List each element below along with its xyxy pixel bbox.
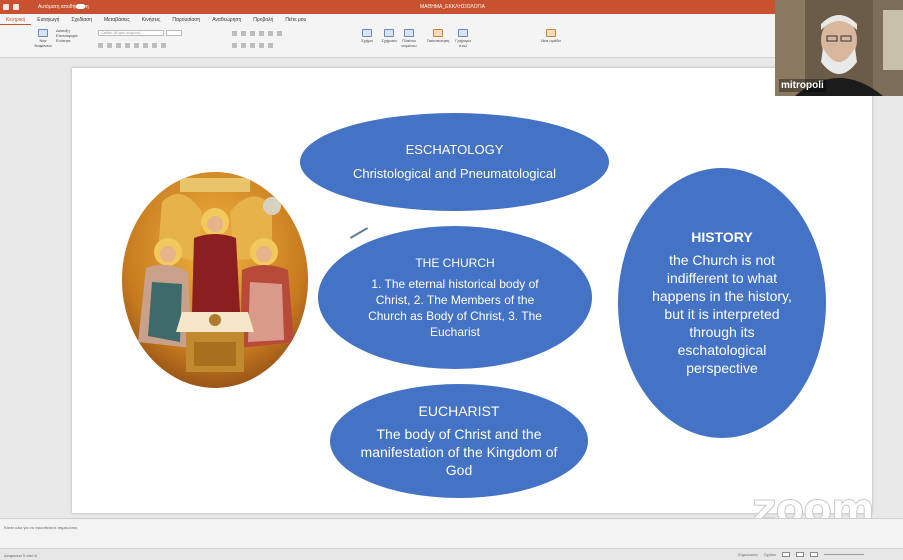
align-row [232,43,273,49]
new-slide-button[interactable]: Νέα διαφάνεια [34,29,52,48]
status-controls: Σημειώσεις Σχόλια [738,552,864,557]
quick-styles-icon [458,29,468,37]
quick-styles-button[interactable]: Γρήγορα στυλ [454,29,472,48]
align-center-icon[interactable] [241,43,246,48]
eucharist-title: EUCHARIST [418,403,500,419]
strike-icon[interactable] [125,43,130,48]
normal-view-icon[interactable] [781,552,790,557]
font-name-select[interactable]: Calibri (Κύριο κείμενο) [98,30,164,36]
ribbon-tab[interactable]: Κεντρική [0,14,32,25]
save-icon[interactable] [3,4,9,10]
indent-icon[interactable] [250,31,255,36]
align-right-icon[interactable] [250,43,255,48]
status-bar: Διαφάνεια 5 από 6 Σημειώσεις Σχόλια [0,548,903,560]
textbox-icon [404,29,414,37]
new-group-button[interactable]: Νέα ομάδα [540,29,562,43]
ribbon-tab[interactable]: Πείτε μου [279,14,312,25]
ribbon-tab[interactable]: Παρουσίαση [166,14,206,25]
eschatology-body: Christological and Pneumatological [352,166,557,181]
ribbon-tab[interactable]: Μεταβάσεις [98,14,136,25]
notes-pane[interactable]: Κάντε κλικ για να προσθέσετε σημειώσεις [0,518,903,548]
highlight-icon[interactable] [161,43,166,48]
shapes-button[interactable]: Σχήματα [380,29,398,43]
eschatology-ellipse[interactable]: ESCHATOLOGY Christological and Pneumatol… [300,113,609,211]
slide-canvas[interactable]: ESCHATOLOGY Christological and Pneumatol… [72,68,872,513]
participant-name: mitropoli [779,79,826,92]
participant-video[interactable]: mitropoli [775,0,903,96]
pen-stroke [349,227,369,239]
history-title: HISTORY [691,229,753,245]
paragraph-row [232,31,282,37]
ribbon-tab[interactable]: Προβολή [247,14,279,25]
outdent-icon[interactable] [259,31,264,36]
ribbon-tabs: Κεντρική Εισαγωγή Σχεδίαση Μεταβάσεις Κινήσε… [0,14,903,25]
superscript-icon[interactable] [143,43,148,48]
format-row [98,43,166,49]
slide-counter: Διαφάνεια 5 από 6 [4,553,37,558]
title-bar: Αυτόματη αποθήκευση ΜΑΘΗΜΑ_ΕΚΚΛΗΣΙΟΛΟΓΙΑ [0,0,903,14]
ribbon-tab[interactable]: Αναθεώρηση [206,14,247,25]
font-color-icon[interactable] [152,43,157,48]
picture-button[interactable]: Σχήμα [358,29,376,43]
sorter-view-icon[interactable] [795,552,804,557]
numbering-icon[interactable] [241,31,246,36]
church-body: 1. The eternal historical body of Christ… [368,276,542,339]
home-icon[interactable] [13,4,19,10]
bullets-icon[interactable] [232,31,237,36]
align-left-icon[interactable] [232,43,237,48]
subscript-icon[interactable] [134,43,139,48]
textbox-button[interactable]: Πλαίσιο κειμένου [400,29,418,48]
comments-toggle[interactable]: Σχόλια [764,552,776,557]
columns-icon[interactable] [277,31,282,36]
eschatology-title: ESCHATOLOGY [405,142,504,157]
reading-view-icon[interactable] [809,552,818,557]
church-ellipse[interactable]: THE CHURCH 1. The eternal historical bod… [318,226,592,369]
notes-toggle[interactable]: Σημειώσεις [738,552,758,557]
ribbon-tab[interactable]: Κινήσεις [136,14,167,25]
arrange-button[interactable]: Τακτοποίηση [426,29,450,43]
ribbon-tab[interactable]: Εισαγωγή [31,14,65,25]
justify-icon[interactable] [259,43,264,48]
line-spacing-icon[interactable] [268,31,273,36]
history-ellipse[interactable]: HISTORY the Church is not indifferent to… [618,168,826,438]
bold-icon[interactable] [98,43,103,48]
ribbon-tab[interactable]: Σχεδίαση [65,14,98,25]
underline-icon[interactable] [116,43,121,48]
notes-placeholder: Κάντε κλικ για να προσθέσετε σημειώσεις [4,525,78,530]
zoom-slider[interactable] [823,554,864,555]
layout-button[interactable]: Διάταξη Επαναφορά Ενότητα [56,28,86,43]
arrange-icon [433,29,443,37]
text-direction-icon[interactable] [268,43,273,48]
ribbon: Νέα διαφάνεια Διάταξη Επαναφορά Ενότητα … [0,25,903,58]
new-slide-icon [38,29,48,37]
shapes-icon [384,29,394,37]
font-size-select[interactable] [166,30,182,36]
history-body: the Church is not indifferent to what ha… [652,252,792,376]
quick-access-toolbar [3,4,19,10]
folder-icon [546,29,556,37]
italic-icon[interactable] [107,43,112,48]
church-title: THE CHURCH [415,255,495,270]
document-title: ΜΑΘΗΜΑ_ΕΚΚΛΗΣΙΟΛΟΓΙΑ [420,4,486,10]
slide-thumbnails-panel [0,58,70,518]
eucharist-body: The body of Christ and the manifestation… [360,426,558,478]
autosave-toggle[interactable] [76,4,85,9]
picture-icon [362,29,372,37]
eucharist-ellipse[interactable]: EUCHARIST The body of Christ and the man… [330,384,588,498]
icon-image [122,172,308,388]
